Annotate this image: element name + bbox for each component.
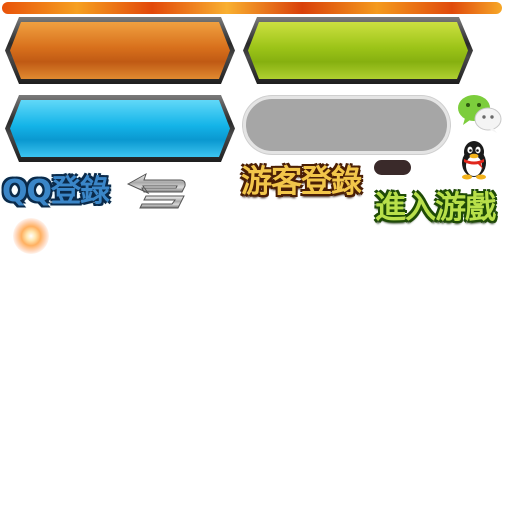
- green-button-face: [248, 22, 468, 79]
- green-button[interactable]: [243, 17, 473, 84]
- blue-button-face: [10, 100, 230, 157]
- enter-game-label: 進入游戲: [375, 190, 496, 226]
- qq-penguin-icon[interactable]: [456, 138, 492, 180]
- dark-chip: [374, 160, 411, 175]
- fire-progress-bar: [2, 2, 502, 14]
- orange-button-face: [10, 22, 230, 79]
- back-arrow-icon[interactable]: [124, 170, 188, 212]
- wechat-icon[interactable]: [455, 92, 503, 134]
- glow-particle-icon: [13, 218, 49, 254]
- guest-login-label: 游客登錄: [241, 164, 362, 200]
- blue-button[interactable]: [5, 95, 235, 162]
- ui-sprite-sheet: QQ登錄 游客登錄 進入游戲: [0, 0, 512, 512]
- qq-login-label: QQ登錄: [2, 174, 110, 209]
- gray-pill-button[interactable]: [243, 96, 450, 154]
- orange-button[interactable]: [5, 17, 235, 84]
